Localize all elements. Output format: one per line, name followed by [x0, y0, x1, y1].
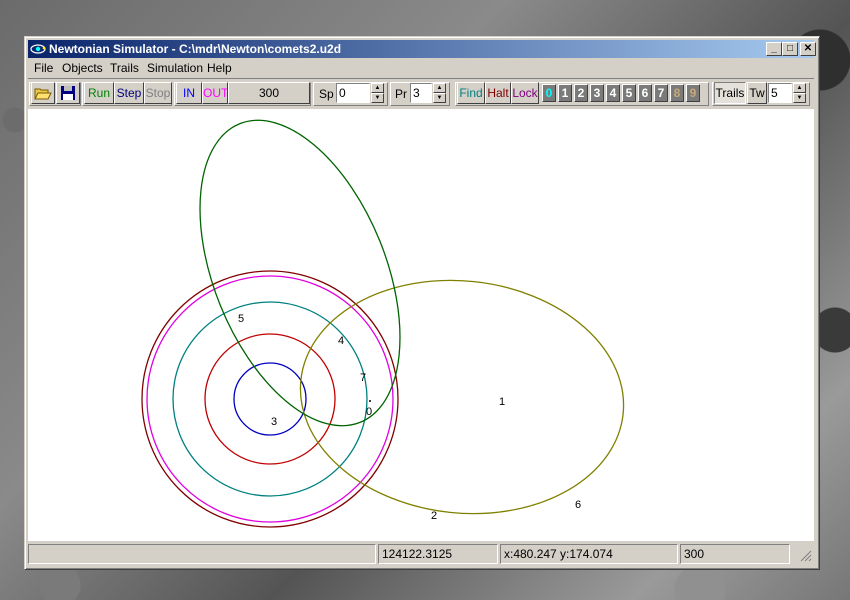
- orbit-label-1: 1: [499, 396, 505, 408]
- spin-up-icon[interactable]: ▲: [793, 83, 806, 93]
- orbit-label-2: 2: [431, 510, 437, 522]
- zoom-value-display: 300: [228, 82, 310, 104]
- spin-down-icon[interactable]: ▼: [793, 93, 806, 103]
- trails-toggle[interactable]: Trails: [714, 82, 746, 104]
- object-2-button[interactable]: 2: [574, 84, 588, 102]
- app-logo-icon: [30, 44, 46, 54]
- run-button[interactable]: Run: [84, 82, 114, 104]
- menu-objects[interactable]: Objects: [62, 61, 103, 75]
- halt-button[interactable]: Halt: [485, 82, 511, 104]
- object-0-button[interactable]: 0: [542, 84, 556, 102]
- minimize-button[interactable]: _: [766, 42, 782, 56]
- status-zoom: 300: [680, 544, 790, 564]
- find-button[interactable]: Find: [457, 82, 485, 104]
- stop-button[interactable]: Stop: [144, 82, 172, 104]
- orbit-4: [204, 333, 336, 465]
- menu-simulation[interactable]: Simulation: [147, 61, 203, 75]
- object-4-button[interactable]: 4: [606, 84, 620, 102]
- orbit-2: [146, 275, 394, 523]
- object-9-button[interactable]: 9: [686, 84, 700, 102]
- object-3-button[interactable]: 3: [590, 84, 604, 102]
- menu-trails[interactable]: Trails: [110, 61, 139, 75]
- spin-down-icon[interactable]: ▼: [433, 93, 446, 103]
- menu-help[interactable]: Help: [207, 61, 232, 75]
- speed-spinner[interactable]: ▲ ▼: [371, 83, 384, 103]
- orbit-label-3: 3: [271, 416, 277, 428]
- object-5-button[interactable]: 5: [622, 84, 636, 102]
- precision-label: Pr: [395, 87, 407, 101]
- object-7-button[interactable]: 7: [654, 84, 668, 102]
- orbit-0: [233, 362, 307, 436]
- orbit-1: [141, 270, 399, 528]
- zoom-in-button[interactable]: IN: [176, 82, 202, 104]
- floppy-disk-icon: [61, 86, 75, 100]
- status-time: 124122.3125: [378, 544, 498, 564]
- spin-down-icon[interactable]: ▼: [371, 93, 384, 103]
- simulation-canvas[interactable]: 0 1 2 3 4 5 6 7: [28, 109, 814, 541]
- maximize-button[interactable]: □: [782, 42, 798, 56]
- orbit-label-6: 6: [575, 499, 581, 511]
- trail-width-spinner[interactable]: ▲ ▼: [793, 83, 806, 103]
- step-button[interactable]: Step: [114, 82, 144, 104]
- object-8-button[interactable]: 8: [670, 84, 684, 102]
- orbit-label-4: 4: [338, 335, 344, 347]
- resize-grip-icon[interactable]: [800, 550, 812, 562]
- object-6-button[interactable]: 6: [638, 84, 652, 102]
- central-body: [369, 400, 371, 402]
- spin-up-icon[interactable]: ▲: [433, 83, 446, 93]
- speed-label: Sp: [319, 87, 334, 101]
- menu-bar: File Objects Trails Simulation Help: [28, 59, 814, 77]
- window-title: Newtonian Simulator - C:\mdr\Newton\come…: [49, 42, 342, 56]
- menu-file[interactable]: File: [34, 61, 53, 75]
- close-button[interactable]: ✕: [800, 42, 816, 56]
- spin-up-icon[interactable]: ▲: [371, 83, 384, 93]
- title-bar[interactable]: Newtonian Simulator - C:\mdr\Newton\come…: [28, 40, 816, 58]
- precision-spinner[interactable]: ▲ ▼: [433, 83, 446, 103]
- orbit-label-0: 0: [366, 406, 372, 418]
- trail-width-label: Tw: [747, 82, 767, 104]
- zoom-out-button[interactable]: OUT: [202, 82, 228, 104]
- orbit-label-5: 5: [238, 313, 244, 325]
- orbit-6: [299, 279, 625, 515]
- trail-width-input[interactable]: 5: [768, 83, 792, 103]
- toolbar: Run Step Stop IN OUT 300 Sp 0 ▲ ▼ Pr 3 ▲…: [28, 78, 814, 110]
- object-1-button[interactable]: 1: [558, 84, 572, 102]
- status-coordinates: x:480.247 y:174.074: [500, 544, 678, 564]
- lock-button[interactable]: Lock: [511, 82, 539, 104]
- orbit-plot[interactable]: 0 1 2 3 4 5 6 7: [28, 109, 814, 541]
- orbit-label-7: 7: [360, 372, 366, 384]
- status-bar: 124122.3125 x:480.247 y:174.074 300: [28, 542, 814, 564]
- speed-input[interactable]: 0: [336, 83, 370, 103]
- save-file-button[interactable]: [56, 82, 80, 104]
- orbit-3: [172, 301, 368, 497]
- status-pane-message: [28, 544, 376, 564]
- precision-input[interactable]: 3: [410, 83, 432, 103]
- app-window: Newtonian Simulator - C:\mdr\Newton\come…: [24, 36, 820, 570]
- open-file-button[interactable]: [31, 82, 55, 104]
- folder-open-icon: [34, 88, 52, 100]
